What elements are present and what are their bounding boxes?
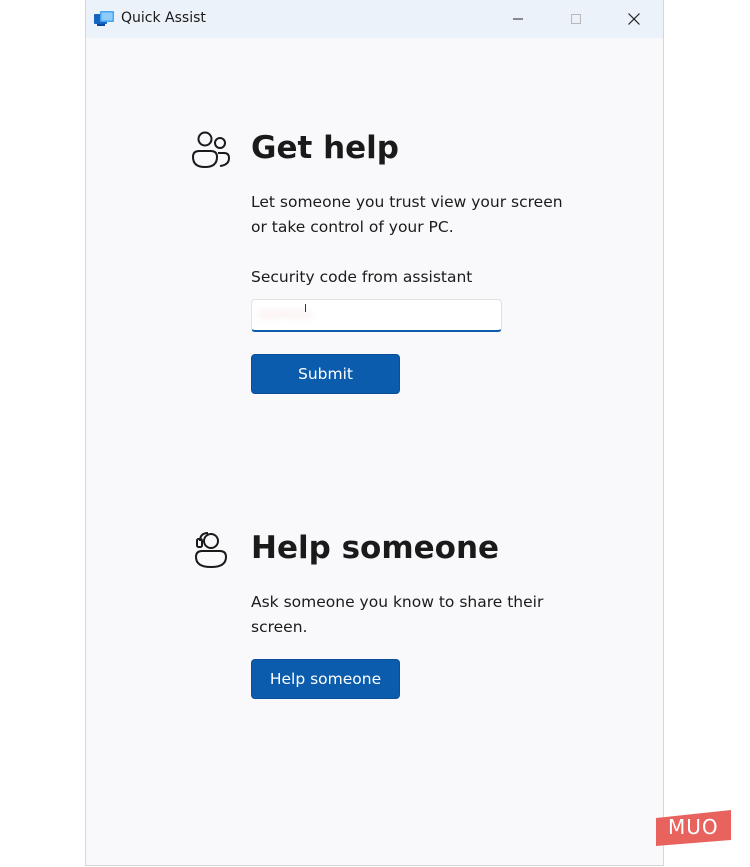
get-help-heading: Get help (251, 130, 399, 166)
window-title: Quick Assist (121, 10, 206, 26)
monitor-icon (94, 11, 114, 26)
minimize-icon (513, 18, 523, 20)
submit-button[interactable]: Submit (251, 354, 400, 394)
minimize-button[interactable] (489, 0, 547, 38)
help-someone-description: Ask someone you know to share their scre… (251, 593, 544, 636)
security-code-value: •••••• (258, 306, 312, 324)
text-caret (305, 304, 306, 312)
maximize-button[interactable] (547, 0, 605, 38)
close-icon (628, 13, 640, 25)
people-icon (191, 131, 231, 169)
title-bar[interactable]: Quick Assist (86, 0, 663, 38)
help-someone-heading: Help someone (251, 530, 500, 566)
get-help-description: Let someone you trust view your screen o… (251, 193, 563, 236)
help-someone-button[interactable]: Help someone (251, 659, 400, 699)
close-button[interactable] (605, 0, 663, 38)
watermark-text: MUO (668, 815, 719, 839)
security-code-label: Security code from assistant (251, 268, 473, 286)
maximize-icon (571, 14, 581, 24)
security-code-input[interactable]: •••••• (251, 299, 502, 332)
muo-watermark: MUO (656, 810, 731, 846)
person-headset-icon (194, 532, 228, 569)
quick-assist-window: Quick Assist Get help Let someone you tr… (85, 0, 664, 866)
